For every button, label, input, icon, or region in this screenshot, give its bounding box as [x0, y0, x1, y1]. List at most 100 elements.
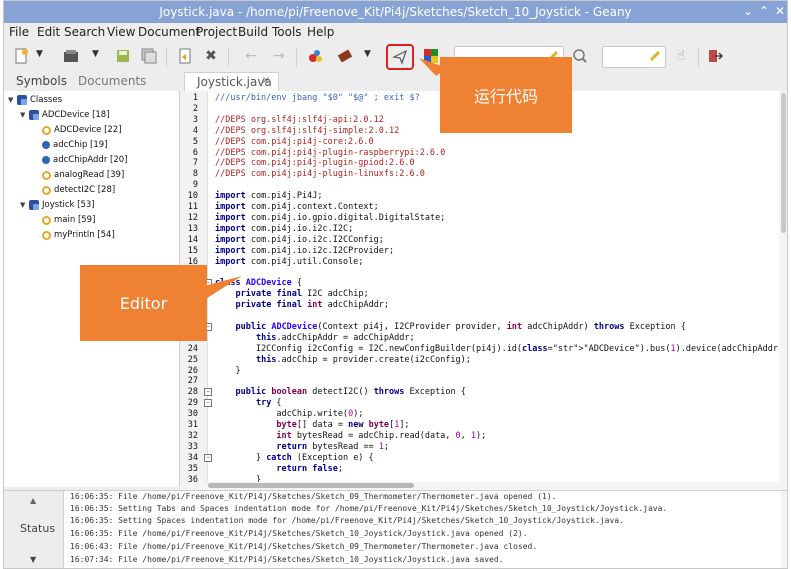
new-file-icon[interactable] [10, 45, 32, 67]
revert-icon[interactable] [174, 45, 196, 67]
menu-build[interactable]: Build [238, 25, 268, 39]
search-icon[interactable] [569, 45, 591, 67]
back-icon[interactable]: ← [240, 45, 262, 67]
tree-item[interactable]: ▼ ADCDevice [18] [20, 108, 110, 122]
quit-icon[interactable] [704, 45, 726, 67]
open-file-dropdown-icon[interactable]: ▼ [92, 49, 99, 59]
code-line[interactable]: import com.pi4j.io.i2c.I2CConfig; [215, 235, 384, 245]
expand-triangle-icon[interactable]: ▼ [8, 93, 17, 107]
code-line[interactable]: //DEPS com.pi4j:pi4j-plugin-raspberrypi:… [215, 148, 445, 158]
editor-horizontal-scroll-thumb[interactable] [208, 483, 414, 488]
code-line[interactable]: //DEPS com.pi4j:pi4j-plugin-linuxfs:2.6.… [215, 169, 425, 179]
menu-edit[interactable]: Edit [37, 25, 60, 39]
line-number: 25 [187, 354, 198, 365]
code-line[interactable]: return bytesRead == 1; [215, 442, 389, 452]
menu-file[interactable]: File [9, 25, 29, 39]
close-file-icon[interactable]: ✖ [200, 45, 222, 67]
tree-item-label: ADCDevice [18] [42, 110, 110, 120]
color-chooser-icon[interactable] [420, 45, 442, 67]
minimize-icon[interactable]: ⌄ [740, 3, 756, 19]
save-icon[interactable] [112, 45, 134, 67]
menu-view[interactable]: View [107, 25, 135, 39]
code-line[interactable]: //DEPS com.pi4j:pi4j-plugin-gpiod:2.6.0 [215, 158, 415, 168]
code-line[interactable]: public boolean detectI2C() throws Except… [215, 387, 465, 397]
goto-line-icon[interactable]: ☝ [670, 45, 692, 67]
code-line[interactable]: //DEPS com.pi4j:pi4j-core:2.6.0 [215, 137, 374, 147]
class-icon [17, 95, 27, 105]
fold-marker-icon[interactable]: − [204, 388, 212, 397]
clear-goto-icon[interactable] [644, 45, 666, 67]
code-line[interactable]: import com.pi4j.context.Context; [215, 202, 379, 212]
code-editor[interactable]: 1234567891011121314151617181920212223242… [180, 91, 787, 483]
tree-item[interactable]: adcChip [19] [42, 138, 108, 152]
code-line[interactable]: //DEPS org.slf4j:slf4j-simple:2.0.12 [215, 126, 399, 136]
build-icon[interactable] [334, 45, 356, 67]
close-window-icon[interactable]: ✕ [772, 3, 787, 19]
line-number: 12 [187, 212, 198, 223]
code-line[interactable]: import com.pi4j.Pi4J; [215, 191, 322, 201]
fold-marker-icon[interactable]: − [204, 453, 212, 462]
new-file-dropdown-icon[interactable]: ▼ [36, 49, 43, 59]
code-line[interactable]: byte[] data = new byte[1]; [215, 420, 409, 430]
forward-icon[interactable]: → [268, 45, 290, 67]
code-line[interactable]: ///usr/bin/env jbang "$0" "$@" ; exit $? [215, 93, 420, 103]
build-dropdown-icon[interactable]: ▼ [364, 49, 371, 59]
menu-search[interactable]: Search [64, 25, 105, 39]
code-line[interactable]: int bytesRead = adcChip.read(data, 0, 1)… [215, 431, 486, 441]
menu-tools[interactable]: Tools [272, 25, 302, 39]
code-line[interactable]: } [215, 366, 240, 376]
close-tab-icon[interactable]: × [262, 75, 270, 86]
menu-project[interactable]: Project [196, 25, 237, 39]
tab-symbols[interactable]: Symbols [16, 74, 67, 88]
scroll-down-icon[interactable]: ▼ [30, 555, 36, 564]
line-number: 5 [192, 136, 198, 147]
tab-status[interactable]: Status [20, 522, 55, 535]
message-panel-scrollbar[interactable] [781, 491, 787, 568]
tree-item[interactable]: ▼ Joystick [53] [20, 198, 95, 212]
code-line[interactable]: import com.pi4j.util.Console; [215, 257, 363, 267]
code-line[interactable]: class ADCDevice { [215, 278, 302, 288]
tab-joystick-java[interactable]: Joystick.java × [184, 72, 279, 91]
code-line[interactable]: private final I2C adcChip; [215, 289, 368, 299]
maximize-icon[interactable]: ⌃ [756, 3, 772, 19]
menu-help[interactable]: Help [307, 25, 334, 39]
tree-item[interactable]: adcChipAddr [20] [42, 153, 127, 167]
expand-triangle-icon[interactable]: ▼ [20, 198, 29, 212]
line-number: 31 [187, 420, 198, 430]
code-line[interactable]: import com.pi4j.io.i2c.I2C; [215, 224, 353, 234]
menu-bar: File Edit Search View Document Project B… [4, 23, 787, 43]
expand-triangle-icon[interactable]: ▼ [20, 108, 29, 122]
compile-icon[interactable] [304, 45, 326, 67]
code-line[interactable]: this.adcChip = provider.create(i2cConfig… [215, 355, 471, 365]
tab-documents[interactable]: Documents [78, 74, 146, 88]
tree-item[interactable]: detectI2C [28] [42, 183, 115, 197]
code-line[interactable]: try { [215, 398, 282, 408]
line-number: 7 [192, 158, 198, 169]
code-line[interactable]: private final int adcChipAddr; [215, 300, 389, 310]
code-line[interactable]: public ADCDevice(Context pi4j, I2CProvid… [215, 322, 685, 332]
code-line[interactable]: adcChip.write(0); [215, 409, 363, 419]
tree-item[interactable]: ADCDevice [22] [42, 123, 122, 137]
tree-item[interactable]: main [59] [42, 213, 95, 227]
code-line[interactable]: import com.pi4j.io.i2c.I2CProvider; [215, 246, 394, 256]
tree-item[interactable]: analogRead [39] [42, 168, 124, 182]
open-file-icon[interactable] [60, 45, 82, 67]
menu-document[interactable]: Document [138, 25, 200, 39]
class-icon [29, 110, 39, 120]
fold-marker-icon[interactable]: − [204, 399, 212, 408]
scroll-up-icon[interactable]: ▲ [30, 496, 36, 505]
tree-item-label: myPrintln [54] [54, 230, 115, 240]
code-line[interactable]: //DEPS org.slf4j:slf4j-api:2.0.12 [215, 115, 384, 125]
editor-vertical-scroll-thumb[interactable] [781, 93, 786, 233]
tree-item[interactable]: myPrintln [54] [42, 228, 115, 242]
line-number: 9 [192, 180, 198, 191]
tree-item[interactable]: ▼ Classes [8, 93, 62, 107]
code-line[interactable]: return false; [215, 464, 343, 474]
save-all-icon[interactable] [138, 45, 160, 67]
code-line[interactable]: import com.pi4j.io.gpio.digital.DigitalS… [215, 213, 445, 223]
editor-callout: Editor [80, 265, 207, 341]
run-execute-button[interactable] [386, 44, 414, 70]
code-line[interactable]: } catch (Exception e) { [215, 453, 374, 463]
code-line[interactable]: this.adcChipAddr = adcChipAddr; [215, 333, 415, 343]
code-line[interactable]: I2CConfig i2cConfig = I2C.newConfigBuild… [215, 344, 787, 354]
